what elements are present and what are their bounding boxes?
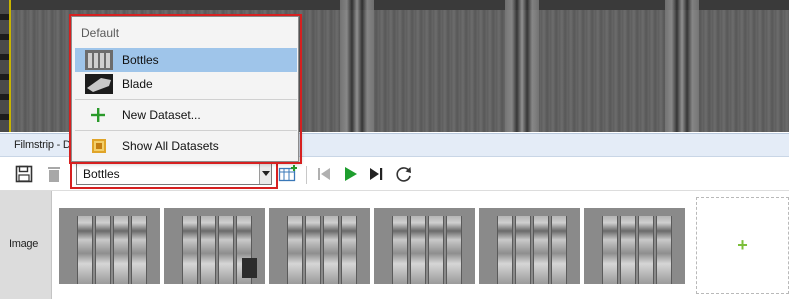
dropdown-item-new-dataset[interactable]: New Dataset... bbox=[75, 103, 297, 127]
filmstrip-thumbnail[interactable] bbox=[59, 208, 160, 284]
filmstrip-thumbnail[interactable] bbox=[164, 208, 265, 284]
skip-first-icon[interactable] bbox=[314, 164, 334, 184]
save-icon[interactable] bbox=[14, 164, 34, 184]
dropdown-item-show-all[interactable]: Show All Datasets bbox=[75, 134, 297, 158]
dropdown-item-label: Bottles bbox=[122, 53, 159, 67]
filmstrip-thumbnail[interactable] bbox=[269, 208, 370, 284]
filmstrip-title: Filmstrip - De bbox=[14, 139, 77, 151]
toolbar-separator bbox=[306, 166, 307, 184]
filmstrip-thumbnail[interactable] bbox=[584, 208, 685, 284]
dataset-dropdown: Default Bottles Blade New Dataset... Sho… bbox=[71, 16, 299, 162]
dropdown-divider bbox=[75, 99, 297, 100]
viewer-left-strip bbox=[0, 0, 9, 132]
trash-icon[interactable] bbox=[44, 164, 64, 184]
viewer-selection-edge bbox=[9, 0, 11, 132]
filmstrip-body: Image + bbox=[0, 190, 789, 299]
dataset-select-highlight bbox=[70, 159, 278, 189]
blade-thumbnail-icon bbox=[85, 74, 113, 94]
filmstrip-thumbnail[interactable] bbox=[374, 208, 475, 284]
datasets-icon bbox=[85, 136, 113, 156]
viewer-bottle bbox=[665, 0, 699, 132]
add-plus-icon: + bbox=[737, 235, 748, 255]
row-header: Image bbox=[0, 191, 52, 299]
add-image-slot[interactable]: + bbox=[696, 197, 789, 294]
play-icon[interactable] bbox=[340, 164, 360, 184]
dropdown-item-blade[interactable]: Blade bbox=[75, 72, 297, 96]
dropdown-item-label: Blade bbox=[122, 77, 153, 91]
refresh-icon[interactable] bbox=[394, 164, 414, 184]
step-next-icon[interactable] bbox=[366, 164, 386, 184]
bottles-thumbnail-icon bbox=[85, 50, 113, 70]
viewer-bottle bbox=[340, 0, 374, 132]
plus-icon bbox=[85, 105, 113, 125]
viewer-bottle bbox=[505, 0, 539, 132]
row-label: Image bbox=[9, 238, 39, 250]
add-image-icon[interactable] bbox=[278, 164, 298, 184]
dropdown-item-bottles[interactable]: Bottles bbox=[75, 48, 297, 72]
dropdown-item-label: Show All Datasets bbox=[122, 139, 219, 153]
dropdown-divider bbox=[75, 130, 297, 131]
filmstrip-thumbnail[interactable] bbox=[479, 208, 580, 284]
dropdown-item-label: New Dataset... bbox=[122, 108, 201, 122]
dropdown-group-label: Default bbox=[81, 26, 120, 40]
